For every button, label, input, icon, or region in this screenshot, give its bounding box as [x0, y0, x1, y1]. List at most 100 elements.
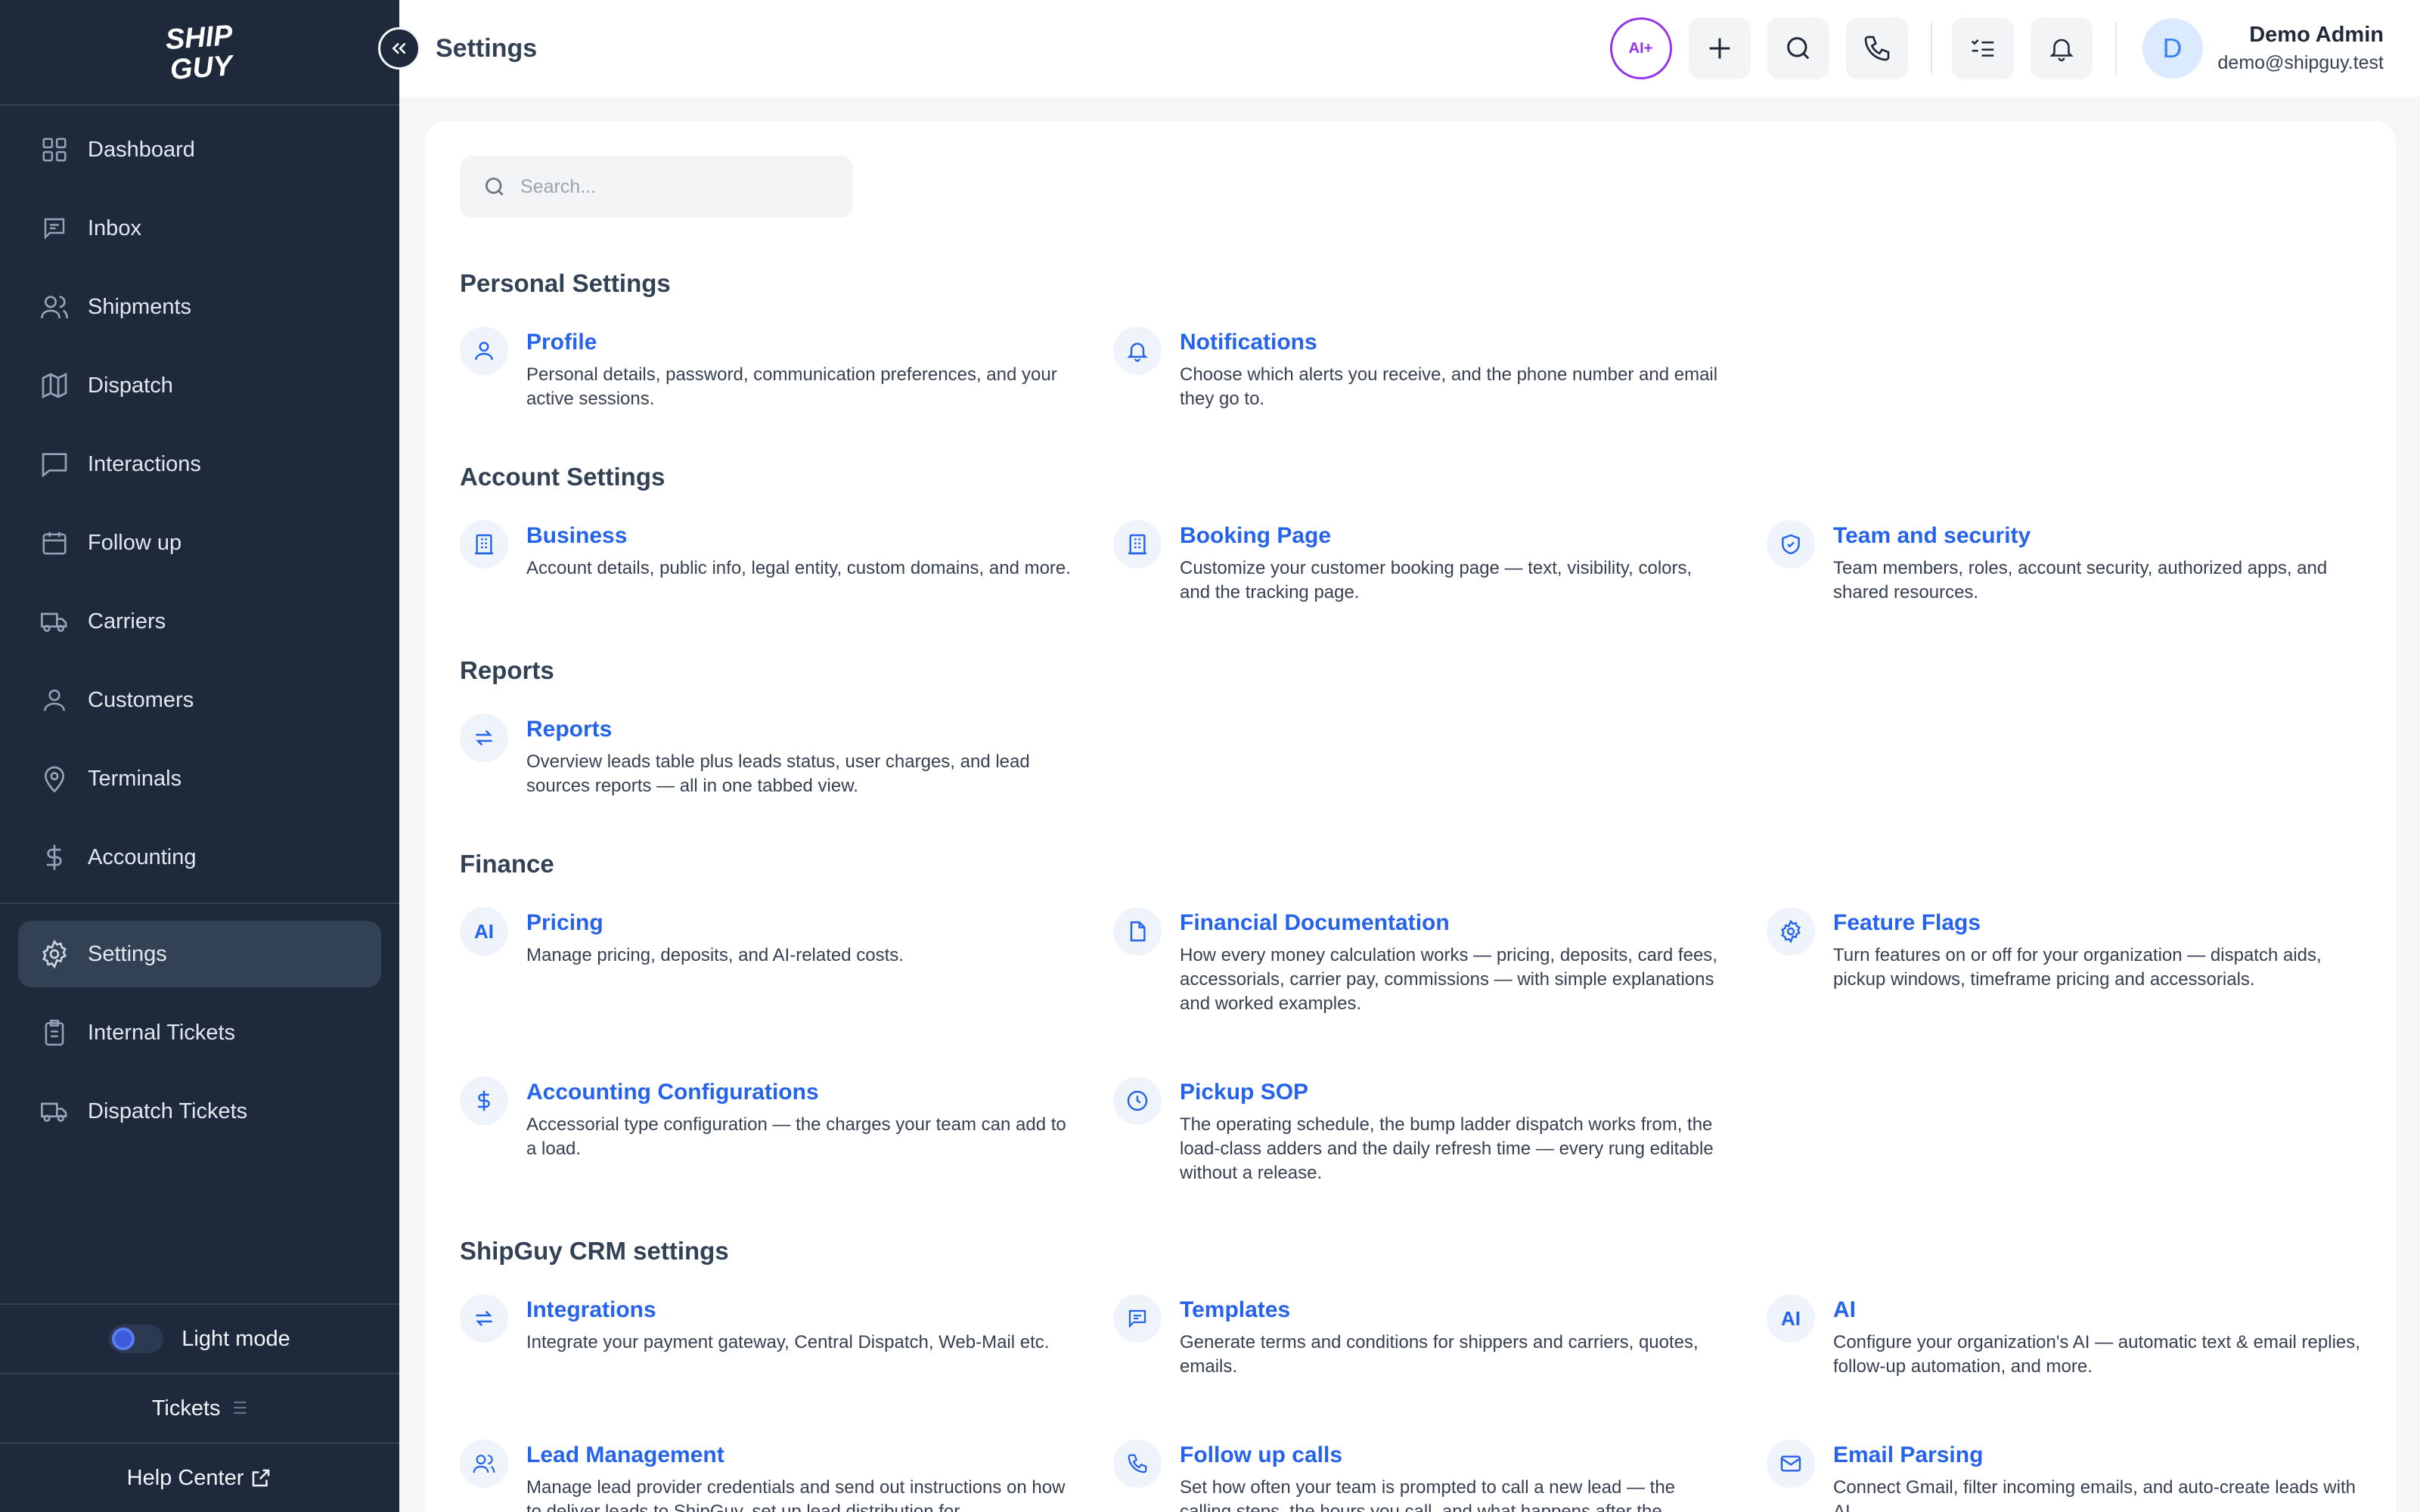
settings-item-notifications[interactable]: Notifications Choose which alerts you rec…	[1113, 327, 1718, 411]
map-pin-icon	[38, 762, 71, 795]
settings-item-ai[interactable]: AI AI Configure your organization's AI — …	[1767, 1294, 2372, 1379]
item-title: Booking Page	[1180, 523, 1332, 548]
notifications-button[interactable]	[2030, 17, 2093, 79]
user-info[interactable]: Demo Admin demo@shipguy.test	[2218, 23, 2384, 74]
sidebar-item-internal-tickets[interactable]: Internal Tickets	[18, 999, 381, 1066]
sidebar-footer: Light mode Tickets ☰ Help Center	[0, 1303, 399, 1512]
theme-toggle[interactable]	[109, 1325, 164, 1353]
item-title: Lead Management	[526, 1442, 724, 1467]
item-title: Follow up calls	[1180, 1442, 1343, 1467]
settings-search[interactable]	[460, 156, 853, 218]
item-title: Team and security	[1833, 523, 2031, 548]
item-title: Financial Documentation	[1180, 910, 1450, 935]
section-title-reports: Reports	[460, 656, 554, 684]
sidebar-item-label: Dispatch Tickets	[88, 1098, 248, 1123]
item-title: Reports	[526, 717, 613, 742]
sidebar-item-dispatch[interactable]: Dispatch	[18, 352, 381, 419]
ai-text-icon: AI	[460, 907, 508, 956]
settings-item-lead-management[interactable]: Lead Management Manage lead provider cred…	[460, 1439, 1065, 1512]
sidebar-item-label: Dashboard	[88, 137, 195, 162]
sidebar-item-follow-up[interactable]: Follow up	[18, 510, 381, 576]
search-icon	[486, 178, 504, 196]
clipboard-icon	[38, 1016, 71, 1049]
tickets-label: Tickets	[151, 1396, 221, 1421]
settings-item-integrations[interactable]: Integrations Integrate your payment gatew…	[460, 1294, 1065, 1355]
settings-item-templates[interactable]: Templates Generate terms and conditions f…	[1113, 1294, 1718, 1379]
inbox-message-icon	[38, 212, 71, 245]
sidebar-item-carriers[interactable]: Carriers	[18, 588, 381, 655]
clock-icon	[1113, 1077, 1162, 1125]
header-divider	[2114, 22, 2117, 75]
settings-item-team-security[interactable]: Team and security Team members, roles, ac…	[1767, 520, 2372, 605]
tasks-button[interactable]	[1951, 17, 2014, 79]
help-center-label: Help Center	[126, 1465, 244, 1490]
search-button[interactable]	[1767, 17, 1829, 79]
settings-item-reports[interactable]: Reports Overview leads table plus leads s…	[460, 714, 1065, 798]
ai-assistant-button[interactable]: AI+	[1609, 17, 1672, 79]
tickets-link[interactable]: Tickets ☰	[0, 1373, 399, 1442]
bell-icon	[1113, 327, 1162, 375]
sidebar-item-label: Follow up	[88, 530, 182, 555]
sidebar-item-dashboard[interactable]: Dashboard	[18, 116, 381, 183]
sidebar-item-shipments[interactable]: Shipments	[18, 274, 381, 340]
avatar[interactable]: D	[2142, 18, 2203, 79]
document-icon	[1113, 907, 1162, 956]
add-button[interactable]	[1688, 17, 1751, 79]
item-description: Customize your customer booking page — t…	[1180, 558, 1692, 603]
item-description: Turn features on or off for your organiz…	[1833, 945, 2322, 990]
header-actions: AI+ D Demo Admin demo@shipguy.test	[1609, 0, 2420, 97]
sidebar-item-label: Inbox	[88, 215, 141, 240]
sidebar-item-inbox[interactable]: Inbox	[18, 195, 381, 262]
settings-item-pickup-sop[interactable]: Pickup SOP The operating schedule, the bu…	[1113, 1077, 1718, 1185]
sidebar-item-label: Accounting	[88, 844, 197, 869]
settings-item-pricing[interactable]: AI Pricing Manage pricing, deposits, and …	[460, 907, 1065, 968]
item-description: Accessorial type configuration — the cha…	[526, 1114, 1066, 1159]
map-icon	[38, 369, 71, 402]
call-button[interactable]	[1845, 17, 1908, 79]
item-description: Account details, public info, legal enti…	[526, 558, 1071, 578]
list-checks-icon: ☰	[232, 1399, 248, 1418]
help-center-link[interactable]: Help Center	[0, 1442, 399, 1512]
section-title-finance: Finance	[460, 850, 554, 878]
sidebar-item-settings[interactable]: Settings	[18, 921, 381, 987]
settings-item-profile[interactable]: Profile Personal details, password, commu…	[460, 327, 1065, 411]
section-title-crm: ShipGuy CRM settings	[460, 1237, 729, 1265]
sidebar-item-accounting[interactable]: Accounting	[18, 824, 381, 891]
settings-item-email-parsing[interactable]: Email Parsing Connect Gmail, filter incom…	[1767, 1439, 2372, 1512]
item-description: Integrate your payment gateway, Central …	[526, 1332, 1050, 1352]
external-link-icon	[250, 1467, 272, 1489]
item-title: AI	[1833, 1297, 1856, 1322]
chat-icon	[38, 448, 71, 481]
collapse-sidebar-button[interactable]	[378, 27, 420, 70]
item-description: How every money calculation works — pric…	[1180, 945, 1717, 1014]
item-title: Pickup SOP	[1180, 1080, 1309, 1105]
item-title: Email Parsing	[1833, 1442, 1984, 1467]
refresh-icon	[460, 714, 508, 762]
sidebar-item-interactions[interactable]: Interactions	[18, 431, 381, 497]
settings-item-feature-flags[interactable]: Feature Flags Turn features on or off for…	[1767, 907, 2372, 992]
sidebar-item-customers[interactable]: Customers	[18, 667, 381, 733]
search-input[interactable]	[520, 175, 838, 198]
item-description: Connect Gmail, filter incoming emails, a…	[1833, 1477, 2356, 1512]
page-title: Settings	[436, 33, 538, 63]
sidebar-item-terminals[interactable]: Terminals	[18, 745, 381, 812]
sidebar-item-dispatch-tickets[interactable]: Dispatch Tickets	[18, 1078, 381, 1145]
plus-icon	[1709, 38, 1730, 59]
sidebar: SHIP GUY Dashboard Inbox Shipments Dispa…	[0, 0, 399, 1512]
theme-toggle-row[interactable]: Light mode	[0, 1303, 399, 1373]
item-description: Manage lead provider credentials and sen…	[526, 1477, 1066, 1512]
ai-sparkle-icon: AI+	[1628, 39, 1653, 57]
item-description: Team members, roles, account security, a…	[1833, 558, 2328, 603]
user-name: Demo Admin	[2249, 23, 2384, 47]
shield-icon	[1767, 520, 1815, 569]
section-title-personal: Personal Settings	[460, 269, 671, 297]
settings-item-accounting-configurations[interactable]: Accounting Configurations Accessorial typ…	[460, 1077, 1066, 1161]
shipguy-logo[interactable]: SHIP GUY	[0, 0, 399, 106]
chevrons-left-icon	[392, 42, 406, 54]
item-description: Choose which alerts you receive, and the…	[1180, 364, 1718, 409]
settings-item-business[interactable]: Business Account details, public info, le…	[460, 520, 1071, 581]
settings-item-booking-page[interactable]: Booking Page Customize your customer book…	[1113, 520, 1718, 605]
settings-item-financial-documentation[interactable]: Financial Documentation How every money c…	[1113, 907, 1718, 1016]
settings-item-follow-up-calls[interactable]: Follow up calls Set how often your team i…	[1113, 1439, 1718, 1512]
building-icon	[460, 520, 508, 569]
